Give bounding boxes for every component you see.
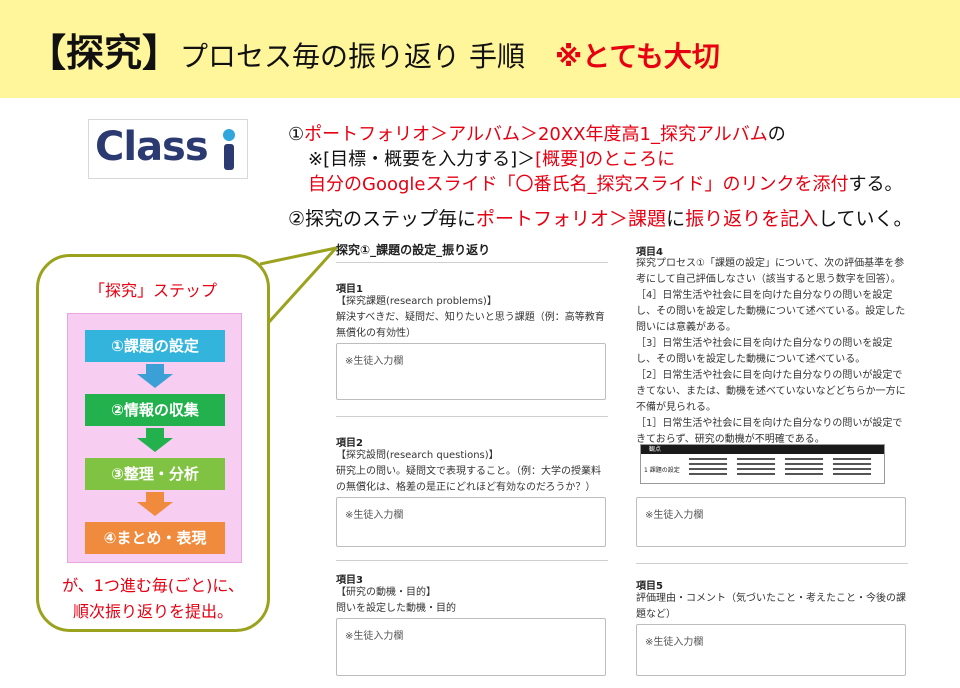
divider [336,262,608,263]
item5-line1: 評価理由・コメント（気づいたこと・考えたこと・今後の課 [636,593,906,604]
item1-input[interactable]: ※生徒入力欄 [336,343,606,400]
item4-line: ［4］日常生活や社会に目を向けた自分なりの問いを設定 [636,290,893,301]
arrow-down-icon [137,492,173,516]
item2-line2: 研究上の問い。疑問文で表現すること。（例：大学の授業料 [336,466,601,477]
item3-placeholder: ※生徒入力欄 [345,631,404,642]
rubric-header-label: 観点 [649,446,662,453]
rubric-table: 観点 1 課題の設定 [640,444,885,484]
rubric-cell [737,455,775,483]
arrow-down-icon [137,428,173,452]
steps-panel: ①課題の設定 ②情報の収集 ③整理・分析 ④まとめ・表現 [67,313,242,563]
instruction-line-3: 自分のGoogleスライド「〇番氏名_探究スライド」のリンクを添付する。 [308,170,902,196]
instr4-pre: ②探究のステップ毎に [288,208,477,230]
item5-text: 評価理由・コメント（気づいたこと・考えたこと・今後の課 題など） [636,591,906,623]
rubric-cell [689,455,727,483]
item2-input[interactable]: ※生徒入力欄 [336,497,606,547]
item4-text: 探究プロセス①「課題の設定」について、次の評価基準を参 考にして自己評価しなさい（… [636,256,906,448]
steps-note-line-2: 順次振り返りを提出。 [72,602,233,621]
instr4-mid: に [666,208,686,230]
rubric-cell [833,455,871,483]
item4-input[interactable]: ※生徒入力欄 [636,497,906,547]
instr3-post: する。 [848,174,903,195]
rubric-row-label: 1 課題の設定 [644,467,680,474]
item4-placeholder: ※生徒入力欄 [645,510,704,521]
steps-title: 「探究」ステップ [88,281,217,300]
item3-label: 項目3 [336,575,363,586]
item4-line: し、その問いを設定した動機について述べている。設定した [636,306,906,317]
steps-note-line-1: が、1つ進む毎(ごと)に、 [62,576,244,595]
instr4-post: していく。 [818,208,913,230]
title-bracket-close: 】 [142,31,181,75]
title-important: ※とても大切 [554,40,720,73]
divider [336,416,608,417]
item4-line: 考にして自己評価しなさい（該当すると思う数字を回答）。 [636,274,901,285]
rubric-cell [785,455,823,483]
title-main: プロセス毎の振り返り 手順 [180,40,525,73]
title-banner: 【探究】プロセス毎の振り返り 手順 ※とても大切 [0,0,960,98]
title-bracket-open: 【 [28,31,67,75]
form-heading: 探究①_課題の設定_振り返り [336,243,491,257]
instr1-pre: ① [288,124,305,145]
instr1-red: ポートフォリオ＞アルバム＞20XX年度高1_探究アルバム [304,124,768,145]
instruction-line-4: ②探究のステップ毎にポートフォリオ＞課題に振り返りを記入していく。 [288,204,913,231]
item1-placeholder: ※生徒入力欄 [345,356,404,367]
arrow-down-icon [137,364,173,388]
item3-line1: 【研究の動機・目的】 [336,587,436,598]
step-2: ②情報の収集 [85,394,225,426]
item1-line3: 無償化の有効性） [336,328,416,339]
item4-line: 探究プロセス①「課題の設定」について、次の評価基準を参 [636,258,905,269]
item4-line: し、その問いを設定した動機について述べている。 [636,354,866,365]
item2-line1: 【探究設問(research questions)】 [336,450,499,461]
logo-i-icon [223,129,235,170]
item3-line2: 問いを設定した動機・目的 [336,603,456,614]
instr3-red: 自分のGoogleスライド「〇番氏名_探究スライド」のリンクを添付 [308,174,849,195]
item2-text: 【探究設問(research questions)】 研究上の問い。疑問文で表現… [336,448,601,496]
item4-line: ［2］日常生活や社会に目を向けた自分なりの問いが設定で [636,370,903,381]
item5-label: 項目5 [636,581,663,592]
item5-line2: 題など） [636,609,676,620]
item2-line3: の無償化は、格差の是正にどれほど有効なのだろうか？） [336,482,596,493]
instr2-red: [概要]のところに [535,149,676,170]
item4-line: きてない、または、動機を述べていないなどどちらか一方に [636,386,906,397]
instr2-pre: ※[目標・概要を入力する]＞ [308,149,536,170]
instruction-line-1: ①ポートフォリオ＞アルバム＞20XX年度高1_探究アルバムの [288,120,786,146]
divider [336,560,608,561]
item4-line: 不備が見られる。 [636,402,716,413]
item1-line1: 【探究課題(research problems)】 [336,296,497,307]
logo-text: Class [95,124,209,170]
steps-note: が、1つ進む毎(ごと)に、 順次振り返りを提出。 [39,573,267,625]
instr4-red1: ポートフォリオ＞課題 [476,208,667,230]
step-3: ③整理・分析 [85,458,225,490]
item1-text: 【探究課題(research problems)】 解決すべきだ、疑問だ、知りた… [336,294,605,342]
classi-logo: Class [88,119,248,179]
page-title: 【探究】プロセス毎の振り返り 手順 ※とても大切 [28,22,720,77]
step-1: ①課題の設定 [85,330,225,362]
rubric-header: 観点 [641,445,884,454]
item4-line: ［1］日常生活や社会に目を向けた自分なりの問いが設定で [636,418,903,429]
item3-input[interactable]: ※生徒入力欄 [336,618,606,676]
speech-bubble-tail [260,246,338,334]
instr4-red2: 振り返りを記入 [685,208,819,230]
item2-label: 項目2 [336,438,363,449]
item4-line: ［3］日常生活や社会に目を向けた自分なりの問いを設定 [636,338,893,349]
item1-label: 項目1 [336,284,363,295]
instruction-line-2: ※[目標・概要を入力する]＞[概要]のところに [308,145,675,171]
item5-placeholder: ※生徒入力欄 [645,637,704,648]
steps-bubble: 「探究」ステップ ①課題の設定 ②情報の収集 ③整理・分析 ④まとめ・表現 が、… [36,254,270,632]
item1-line2: 解決すべきだ、疑問だ、知りたいと思う課題（例：高等教育 [336,312,605,323]
divider [636,563,908,564]
item4-line: 問いには意義がある。 [636,322,736,333]
instr1-post: の [767,124,786,145]
step-4: ④まとめ・表現 [85,522,225,554]
title-keyword: 探究 [66,31,143,75]
item5-input[interactable]: ※生徒入力欄 [636,624,906,676]
item3-text: 【研究の動機・目的】 問いを設定した動機・目的 [336,585,456,617]
item2-placeholder: ※生徒入力欄 [345,510,404,521]
